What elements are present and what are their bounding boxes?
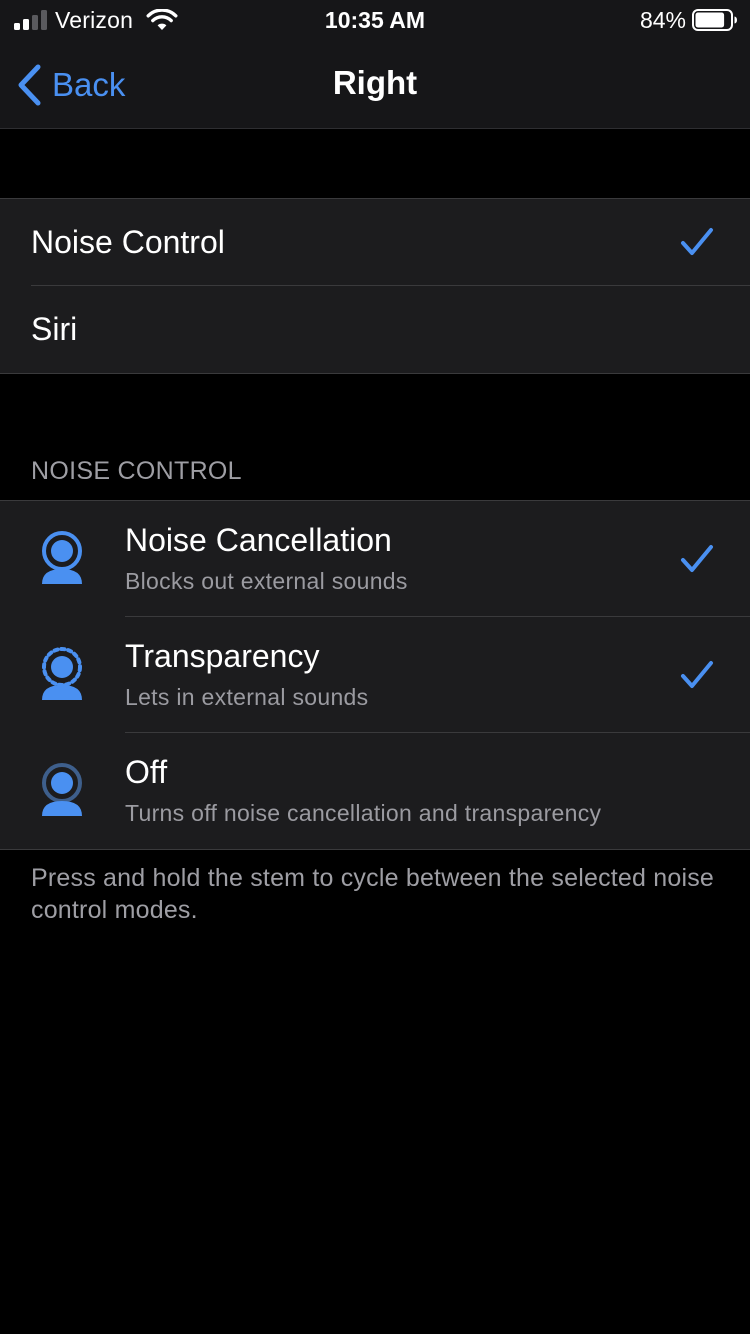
checkmark-icon <box>681 661 713 688</box>
checkmark-icon <box>681 228 713 255</box>
navigation-bar: Back Right <box>0 40 750 129</box>
mode-noise-cancellation[interactable]: Noise Cancellation Blocks out external s… <box>0 501 750 617</box>
mode-title: Off <box>125 754 168 790</box>
option-noise-control[interactable]: Noise Control <box>0 199 750 286</box>
section-header-noise-control: NOISE CONTROL <box>31 457 242 485</box>
status-time: 10:35 AM <box>324 7 426 33</box>
page-title: Right <box>332 64 418 101</box>
noise-off-icon <box>42 763 82 816</box>
battery-percentage: 84% <box>639 7 686 33</box>
option-siri[interactable]: Siri <box>0 286 750 373</box>
transparency-icon <box>42 647 82 700</box>
option-label: Siri <box>31 311 78 347</box>
noise-cancellation-icon <box>42 531 82 584</box>
noise-control-modes-group: Noise Cancellation Blocks out external s… <box>0 500 750 850</box>
footer-note: Press and hold the stem to cycle between… <box>31 864 715 924</box>
mode-subtitle: Turns off noise cancellation and transpa… <box>125 800 602 826</box>
mode-transparency[interactable]: Transparency Lets in external sounds <box>0 617 750 733</box>
mode-subtitle: Blocks out external sounds <box>125 568 408 594</box>
mode-title: Noise Cancellation <box>125 522 392 558</box>
battery-icon <box>692 9 737 31</box>
press-hold-options-group: Noise Control Siri <box>0 198 750 374</box>
mode-off[interactable]: Off Turns off noise cancellation and tra… <box>0 733 750 849</box>
mode-title: Transparency <box>125 638 320 674</box>
checkmark-icon <box>681 545 713 572</box>
mode-subtitle: Lets in external sounds <box>125 684 369 710</box>
option-label: Noise Control <box>31 224 225 260</box>
status-bar: Verizon 10:35 AM 84% <box>0 0 750 40</box>
